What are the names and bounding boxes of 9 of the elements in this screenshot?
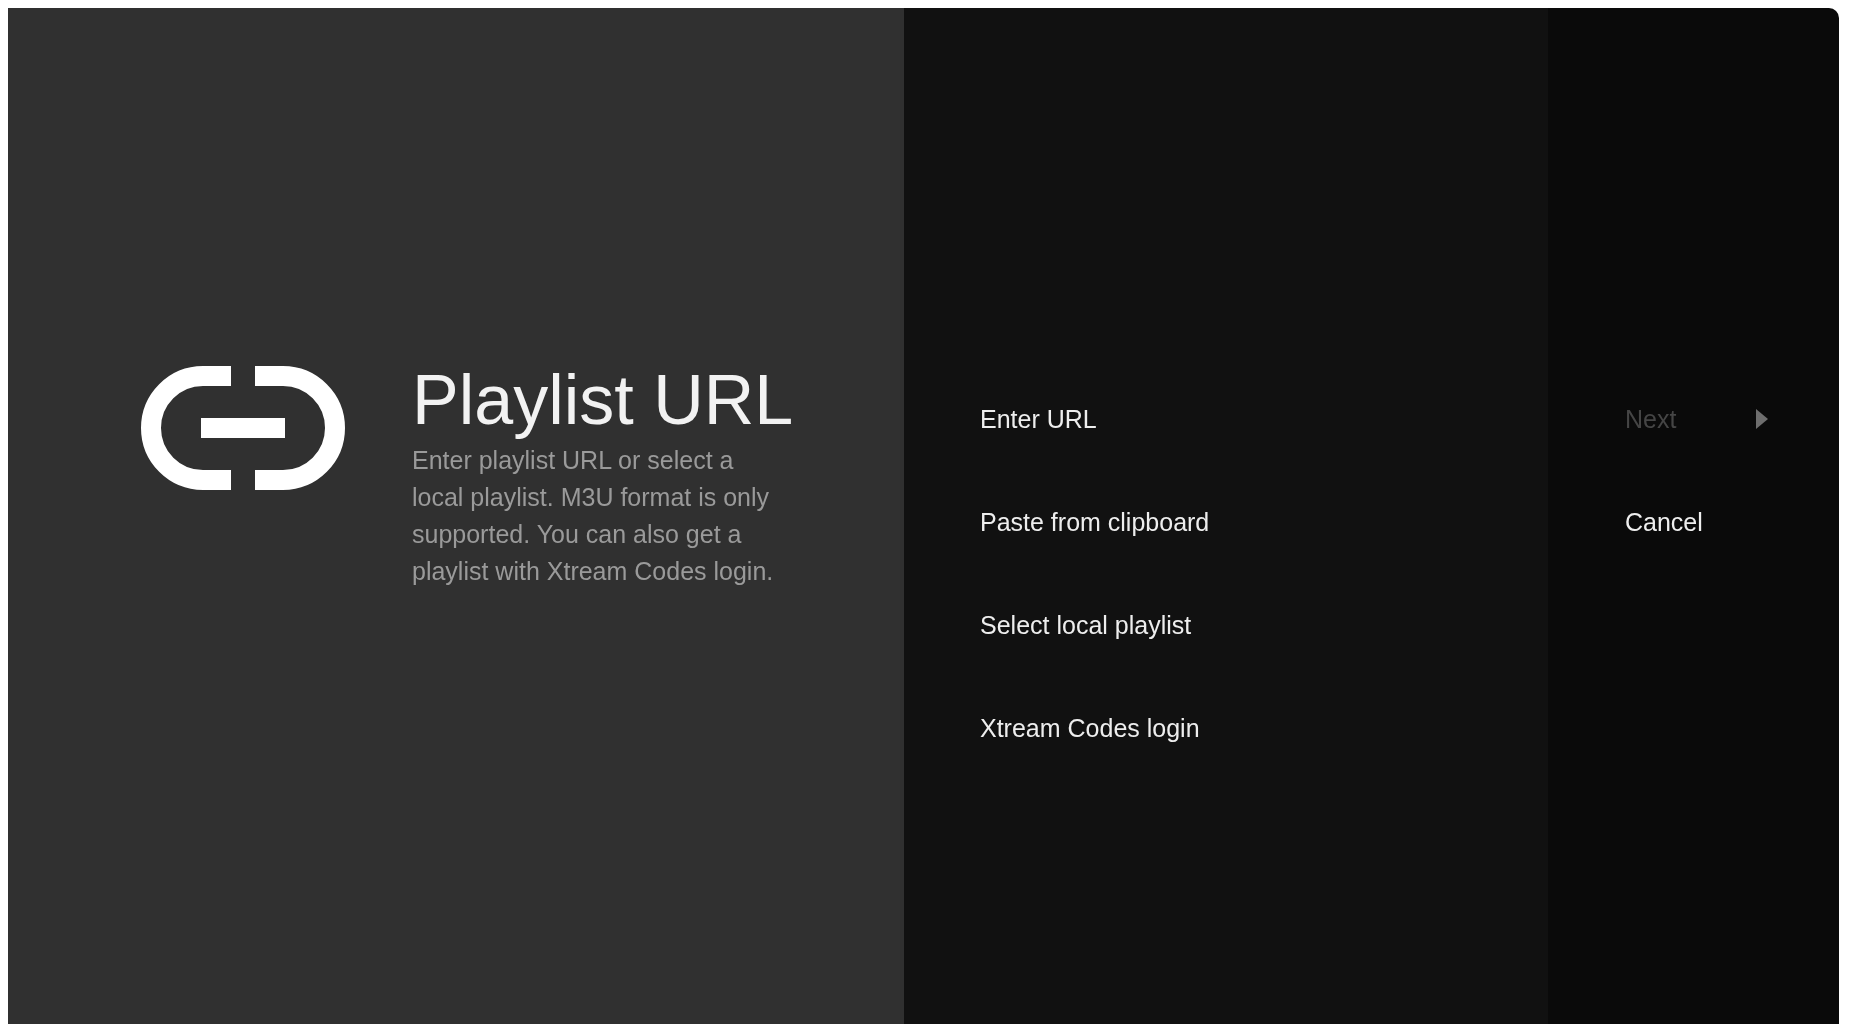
option-item[interactable]: Enter URL	[980, 398, 1097, 440]
option-item[interactable]: Select local playlist	[980, 604, 1192, 646]
action-button[interactable]: Cancel	[1625, 501, 1703, 543]
guidance-description: Enter playlist URL or select a local playlist. M3U format is only supported. You can also get a playlist with Xtream Codes login.	[412, 445, 775, 587]
play-arrow-icon	[1756, 409, 1769, 429]
option-item[interactable]: Paste from clipboard	[980, 501, 1210, 543]
link-icon	[141, 366, 345, 490]
guidance-title: Playlist URL	[412, 360, 794, 441]
option-item[interactable]: Xtream Codes login	[980, 707, 1200, 749]
